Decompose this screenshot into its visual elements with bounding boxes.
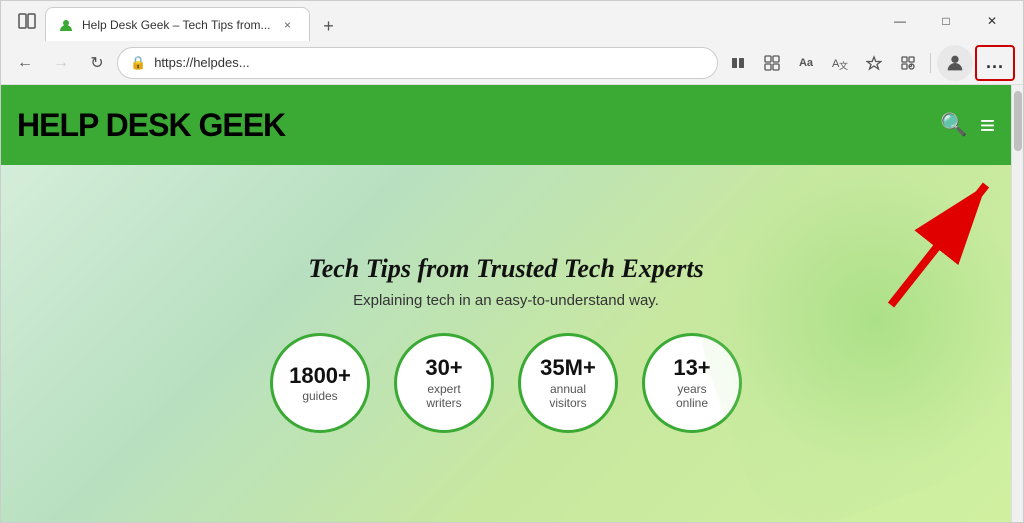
stat-visitors: 35M+ annualvisitors [518,333,618,433]
scrollbar[interactable] [1011,85,1023,522]
hero-section: Tech Tips from Trusted Tech Experts Expl… [1,165,1011,522]
scrollbar-thumb[interactable] [1014,91,1022,151]
extensions-button[interactable] [892,47,924,79]
site-header: HELP DESK GEEK 🔍 ≡ [1,85,1011,165]
browser-menu-button[interactable]: ... [975,45,1015,81]
hero-bg-decoration [652,165,1011,522]
tab-groups-button[interactable] [756,47,788,79]
active-tab[interactable]: Help Desk Geek – Tech Tips from... × [45,7,310,41]
stat-guides-label: guides [302,389,337,403]
window-controls: — □ ✕ [877,5,1015,37]
stats-row: 1800+ guides 30+ expertwriters 35M+ annu… [270,333,742,433]
sidebar-toggle-button[interactable] [9,3,45,39]
stat-writers-number: 30+ [425,355,462,381]
stat-visitors-label: annualvisitors [549,382,586,411]
back-button[interactable]: ← [9,47,41,79]
stat-writers: 30+ expertwriters [394,333,494,433]
nav-bar: ← → ↻ 🔒 https://helpdes... Aa A [1,41,1023,85]
tab-title: Help Desk Geek – Tech Tips from... [82,18,271,32]
lock-icon: 🔒 [130,55,146,71]
forward-button[interactable]: → [45,47,77,79]
search-icon[interactable]: 🔍 [940,112,967,138]
page-content: HELP DESK GEEK 🔍 ≡ Tech Tips from Truste… [1,85,1011,522]
address-bar[interactable]: 🔒 https://helpdes... [117,47,718,79]
hero-title: Tech Tips from Trusted Tech Experts [308,254,704,284]
tab-close-button[interactable]: × [279,16,297,34]
reading-view-button[interactable] [722,47,754,79]
maximize-button[interactable]: □ [923,5,969,37]
stat-visitors-number: 35M+ [540,355,596,381]
stat-years-label: yearsonline [676,382,708,411]
toolbar-divider [930,53,931,73]
stat-writers-label: expertwriters [426,382,461,411]
site-logo: HELP DESK GEEK [17,107,285,144]
header-icons: 🔍 ≡ [940,112,995,138]
refresh-button[interactable]: ↻ [81,47,113,79]
toolbar-icons: Aa A 文 [722,45,1015,81]
immersive-reader-button[interactable]: Aa [790,47,822,79]
favorites-button[interactable] [858,47,890,79]
stat-guides: 1800+ guides [270,333,370,433]
new-tab-button[interactable]: + [314,11,344,41]
close-window-button[interactable]: ✕ [969,5,1015,37]
hero-subtitle: Explaining tech in an easy-to-understand… [353,292,659,309]
translate-button[interactable]: A 文 [824,47,856,79]
svg-text:文: 文 [839,60,848,71]
minimize-button[interactable]: — [877,5,923,37]
stat-guides-number: 1800+ [289,363,351,389]
profile-button[interactable] [937,45,973,81]
website-content: HELP DESK GEEK 🔍 ≡ Tech Tips from Truste… [1,85,1023,522]
address-text: https://helpdes... [154,55,705,70]
menu-icon[interactable]: ≡ [980,112,995,138]
profile-avatar-icon [944,52,966,74]
tab-bar: Help Desk Geek – Tech Tips from... × + [45,1,877,41]
tab-favicon [58,17,74,33]
